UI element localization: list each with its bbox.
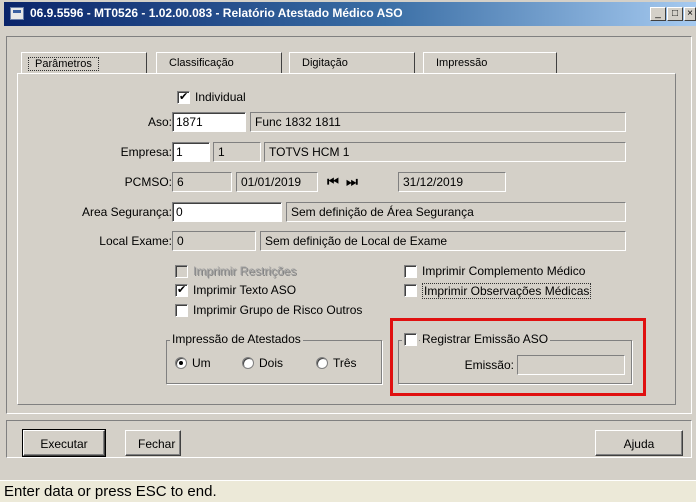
tab-label: Classificação: [169, 57, 234, 69]
imprimir-restricoes-checkbox[interactable]: [175, 265, 188, 278]
tab-digitacao[interactable]: Digitação: [289, 52, 415, 74]
close-button[interactable]: ×: [684, 7, 696, 21]
button-bar: [6, 420, 692, 458]
local-exame-input[interactable]: 0: [172, 231, 256, 251]
area-seguranca-label: Area Segurança:: [81, 205, 172, 219]
radio-dois-label: Dois: [259, 356, 284, 370]
radio-tres[interactable]: [316, 357, 328, 369]
pcmso-label: PCMSO:: [124, 175, 172, 189]
title-bar: 06.9.5596 - MT0526 - 1.02.00.083 - Relat…: [4, 2, 696, 26]
tab-label: Digitação: [302, 57, 348, 69]
radio-um-label: Um: [192, 356, 211, 370]
pcmso-date-start: 01/01/2019: [236, 172, 318, 192]
pcmso-date-end: 31/12/2019: [398, 172, 506, 192]
fechar-button[interactable]: Fechar: [125, 430, 181, 456]
tab-label: Parâmetros: [28, 57, 99, 71]
area-seguranca-description: Sem definição de Área Segurança: [286, 202, 626, 222]
tab-impressao[interactable]: Impressão: [423, 52, 557, 74]
local-exame-description: Sem definição de Local de Exame: [260, 231, 626, 251]
window-title: 06.9.5596 - MT0526 - 1.02.00.083 - Relat…: [30, 6, 403, 20]
tab-label: Impressão: [436, 57, 488, 69]
app-icon: [10, 7, 24, 20]
area-seguranca-input[interactable]: 0: [172, 202, 282, 222]
radio-dois[interactable]: [242, 357, 254, 369]
status-bar: Enter data or press ESC to end.: [0, 480, 696, 502]
imprimir-complemento-checkbox[interactable]: [404, 265, 417, 278]
tab-classificacao[interactable]: Classificação: [156, 52, 282, 74]
maximize-button[interactable]: □: [667, 7, 683, 21]
imprimir-texto-aso-checkbox[interactable]: [175, 283, 188, 297]
imprimir-texto-aso-label: Imprimir Texto ASO: [193, 283, 297, 297]
minimize-button[interactable]: _: [650, 7, 666, 21]
aso-label: Aso:: [147, 115, 172, 129]
prev-icon[interactable]: ⏮: [326, 174, 340, 190]
impressao-atestados-title: Impressão de Atestados: [170, 332, 303, 346]
local-exame-label: Local Exame:: [99, 234, 172, 248]
radio-tres-label: Três: [333, 356, 357, 370]
empresa-description: TOTVS HCM 1: [264, 142, 626, 162]
imprimir-grupo-risco-label: Imprimir Grupo de Risco Outros: [193, 303, 363, 317]
individual-checkbox[interactable]: [177, 90, 190, 104]
imprimir-complemento-label: Imprimir Complemento Médico: [422, 264, 586, 278]
aso-description: Func 1832 1811: [250, 112, 626, 132]
empresa-label: Empresa:: [120, 145, 172, 159]
next-icon[interactable]: ⏭: [345, 174, 359, 190]
imprimir-observacoes-label: Imprimir Observações Médicas: [422, 283, 592, 299]
ajuda-button[interactable]: Ajuda: [595, 430, 683, 456]
radio-um[interactable]: [175, 357, 187, 369]
imprimir-restricoes-label: Imprimir Restrições: [193, 264, 297, 278]
tab-parametros[interactable]: Parâmetros: [21, 52, 147, 74]
pcmso-code: 6: [172, 172, 232, 192]
executar-button[interactable]: Executar: [23, 430, 105, 456]
empresa-code: 1: [213, 142, 261, 162]
empresa-input[interactable]: 1: [172, 142, 210, 162]
aso-input[interactable]: 1871: [172, 112, 246, 132]
imprimir-grupo-risco-checkbox[interactable]: [175, 304, 188, 317]
individual-label: Individual: [195, 90, 246, 104]
main-window: 06.9.5596 - MT0526 - 1.02.00.083 - Relat…: [0, 0, 696, 502]
highlight-box: [390, 318, 646, 396]
imprimir-observacoes-checkbox[interactable]: [404, 284, 417, 297]
